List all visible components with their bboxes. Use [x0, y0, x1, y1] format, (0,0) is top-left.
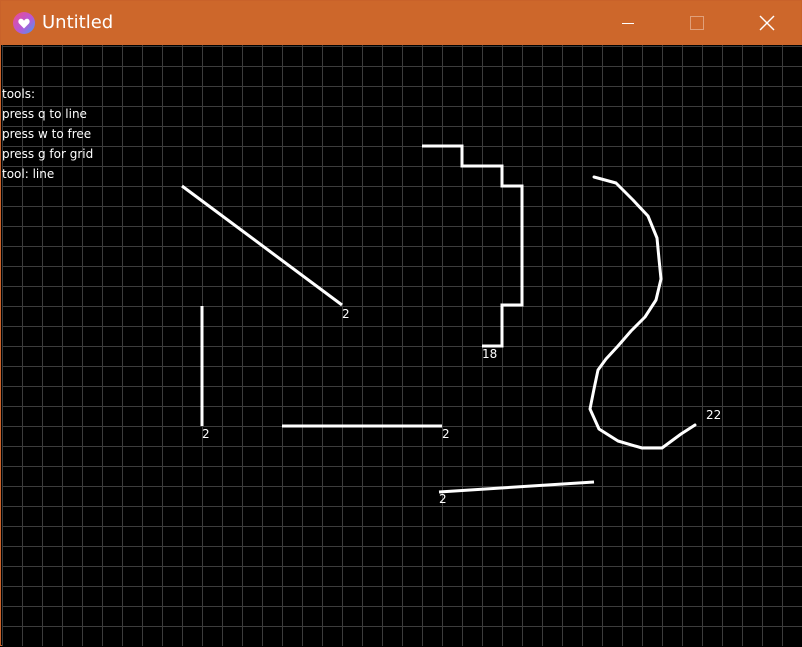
app-window: Untitled tools: press q to line press w …	[0, 0, 802, 646]
staircase-path-label: 18	[482, 347, 497, 361]
vertical-line-label: 2	[202, 427, 210, 441]
staircase-path-stroke	[422, 144, 524, 348]
freehand-curve-stroke	[588, 175, 697, 450]
bottom-line-label: 2	[439, 492, 447, 506]
horizontal-line-label: 2	[442, 427, 450, 441]
diagonal-line-label: 2	[342, 307, 350, 321]
strokes-layer: 2 18 2 2 22 2	[181, 144, 721, 506]
freehand-curve-label: 22	[706, 408, 721, 422]
bottom-line-stroke	[438, 480, 595, 494]
diagonal-line-stroke	[181, 184, 343, 307]
